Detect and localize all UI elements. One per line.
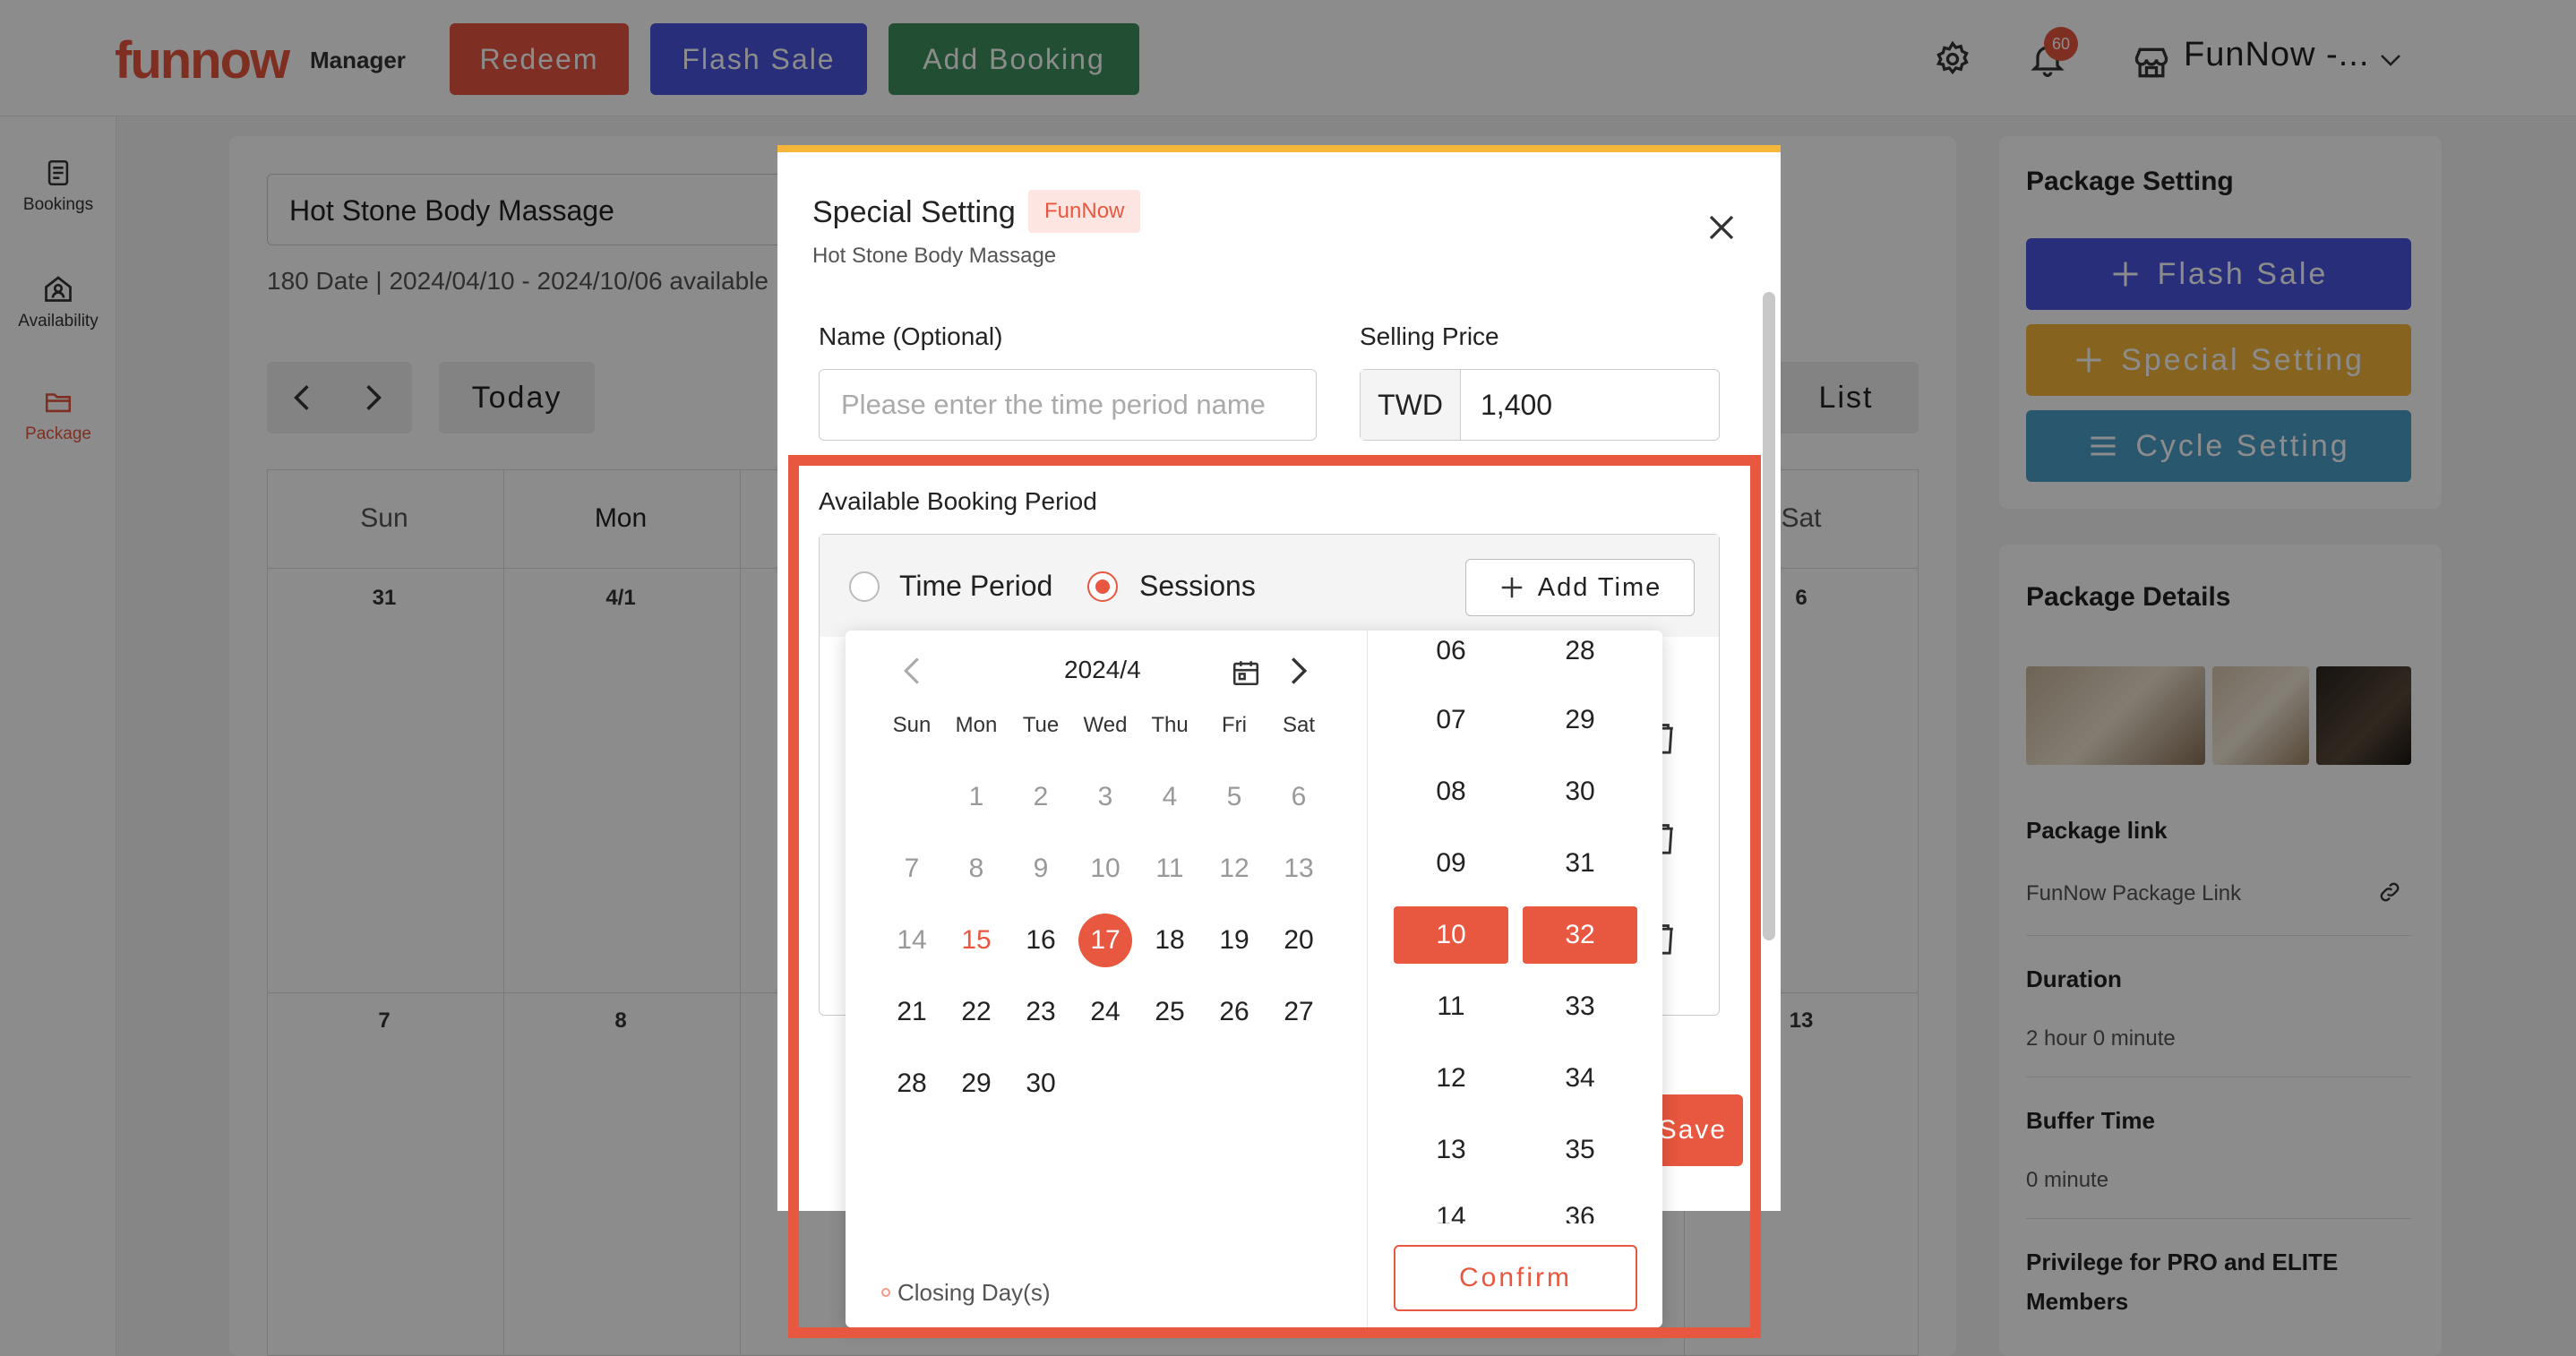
picker-day[interactable]: 12 bbox=[1207, 842, 1261, 896]
minute-option[interactable]: 31 bbox=[1523, 835, 1637, 892]
add-time-button[interactable]: Add Time bbox=[1465, 559, 1695, 616]
picker-day[interactable]: 20 bbox=[1272, 914, 1326, 967]
minute-option[interactable]: 32 bbox=[1523, 906, 1637, 964]
minute-option[interactable]: 28 bbox=[1523, 634, 1637, 666]
price-field-label: Selling Price bbox=[1360, 322, 1499, 350]
calendar-icon[interactable] bbox=[1231, 657, 1261, 688]
picker-day[interactable]: 30 bbox=[1014, 1057, 1068, 1111]
picker-weekday: Tue bbox=[1022, 713, 1060, 737]
picker-day[interactable]: 23 bbox=[1014, 985, 1068, 1039]
picker-weekday: Sun bbox=[892, 713, 932, 737]
modal-title: Special Setting bbox=[812, 195, 1016, 229]
picker-day[interactable]: 19 bbox=[1207, 914, 1261, 967]
add-time-label: Add Time bbox=[1537, 572, 1662, 602]
hour-option[interactable]: 06 bbox=[1394, 634, 1508, 666]
picker-day[interactable]: 24 bbox=[1078, 985, 1132, 1039]
close-icon[interactable] bbox=[1705, 211, 1738, 244]
picker-day[interactable]: 11 bbox=[1143, 842, 1197, 896]
minute-option[interactable]: 29 bbox=[1523, 691, 1637, 749]
picker-day[interactable]: 18 bbox=[1143, 914, 1197, 967]
price-value[interactable]: 1,400 bbox=[1461, 389, 1552, 422]
currency-label: TWD bbox=[1361, 370, 1461, 440]
picker-day[interactable]: 16 bbox=[1014, 914, 1068, 967]
hour-option[interactable]: 09 bbox=[1394, 835, 1508, 892]
prev-month-icon[interactable] bbox=[899, 656, 924, 686]
booking-period-label: Available Booking Period bbox=[819, 487, 1097, 515]
minute-option[interactable]: 30 bbox=[1523, 763, 1637, 820]
picker-month[interactable]: 2024/4 bbox=[1064, 656, 1141, 684]
hour-option[interactable]: 08 bbox=[1394, 763, 1508, 820]
next-month-icon[interactable] bbox=[1286, 656, 1311, 686]
hour-option[interactable]: 07 bbox=[1394, 691, 1508, 749]
picker-day[interactable]: 9 bbox=[1014, 842, 1068, 896]
closing-day-dot bbox=[881, 1288, 890, 1297]
picker-day[interactable]: 25 bbox=[1143, 985, 1197, 1039]
name-input[interactable]: Please enter the time period name bbox=[819, 369, 1317, 441]
minute-option[interactable]: 34 bbox=[1523, 1050, 1637, 1107]
hour-option[interactable]: 10 bbox=[1394, 906, 1508, 964]
minute-option[interactable]: 35 bbox=[1523, 1121, 1637, 1179]
picker-day[interactable]: 4 bbox=[1143, 770, 1197, 824]
picker-divider bbox=[1367, 631, 1368, 1327]
picker-day[interactable]: 28 bbox=[885, 1057, 939, 1111]
picker-day[interactable]: 22 bbox=[949, 985, 1003, 1039]
sessions-radio[interactable] bbox=[1087, 571, 1118, 602]
price-input[interactable]: TWD 1,400 bbox=[1360, 369, 1720, 441]
plus-icon bbox=[1501, 577, 1522, 598]
picker-day[interactable]: 10 bbox=[1078, 842, 1132, 896]
sessions-label[interactable]: Sessions bbox=[1139, 570, 1256, 603]
picker-day[interactable]: 17 bbox=[1078, 914, 1132, 967]
minute-option[interactable]: 36 bbox=[1523, 1202, 1637, 1223]
modal-subtitle: Hot Stone Body Massage bbox=[812, 244, 1057, 268]
picker-day[interactable]: 21 bbox=[885, 985, 939, 1039]
picker-day[interactable]: 8 bbox=[949, 842, 1003, 896]
picker-weekday: Mon bbox=[955, 713, 998, 737]
time-period-radio[interactable] bbox=[849, 571, 880, 602]
name-field-label: Name (Optional) bbox=[819, 322, 1003, 350]
picker-day[interactable]: 1 bbox=[949, 770, 1003, 824]
picker-day[interactable]: 15 bbox=[949, 914, 1003, 967]
platform-tag: FunNow bbox=[1028, 190, 1141, 233]
picker-day[interactable]: 6 bbox=[1272, 770, 1326, 824]
time-period-label[interactable]: Time Period bbox=[899, 570, 1052, 603]
closing-days-legend: Closing Day(s) bbox=[897, 1279, 1051, 1306]
picker-day[interactable]: 26 bbox=[1207, 985, 1261, 1039]
picker-day[interactable]: 2 bbox=[1014, 770, 1068, 824]
minute-option[interactable]: 33 bbox=[1523, 978, 1637, 1035]
picker-day[interactable]: 5 bbox=[1207, 770, 1261, 824]
picker-day[interactable]: 3 bbox=[1078, 770, 1132, 824]
picker-weekday: Fri bbox=[1222, 713, 1247, 737]
picker-weekday: Wed bbox=[1083, 713, 1128, 737]
hour-option[interactable]: 11 bbox=[1394, 978, 1508, 1035]
hour-option[interactable]: 13 bbox=[1394, 1121, 1508, 1179]
hour-option[interactable]: 12 bbox=[1394, 1050, 1508, 1107]
picker-day[interactable]: 13 bbox=[1272, 842, 1326, 896]
confirm-button[interactable]: Confirm bbox=[1394, 1245, 1637, 1311]
picker-weekday: Sat bbox=[1282, 713, 1316, 737]
modal-scrollbar[interactable] bbox=[1763, 292, 1775, 940]
picker-day[interactable]: 7 bbox=[885, 842, 939, 896]
picker-day[interactable]: 14 bbox=[885, 914, 939, 967]
picker-weekday: Thu bbox=[1151, 713, 1189, 737]
picker-day[interactable]: 29 bbox=[949, 1057, 1003, 1111]
hour-option[interactable]: 14 bbox=[1394, 1202, 1508, 1223]
picker-day[interactable]: 27 bbox=[1272, 985, 1326, 1039]
